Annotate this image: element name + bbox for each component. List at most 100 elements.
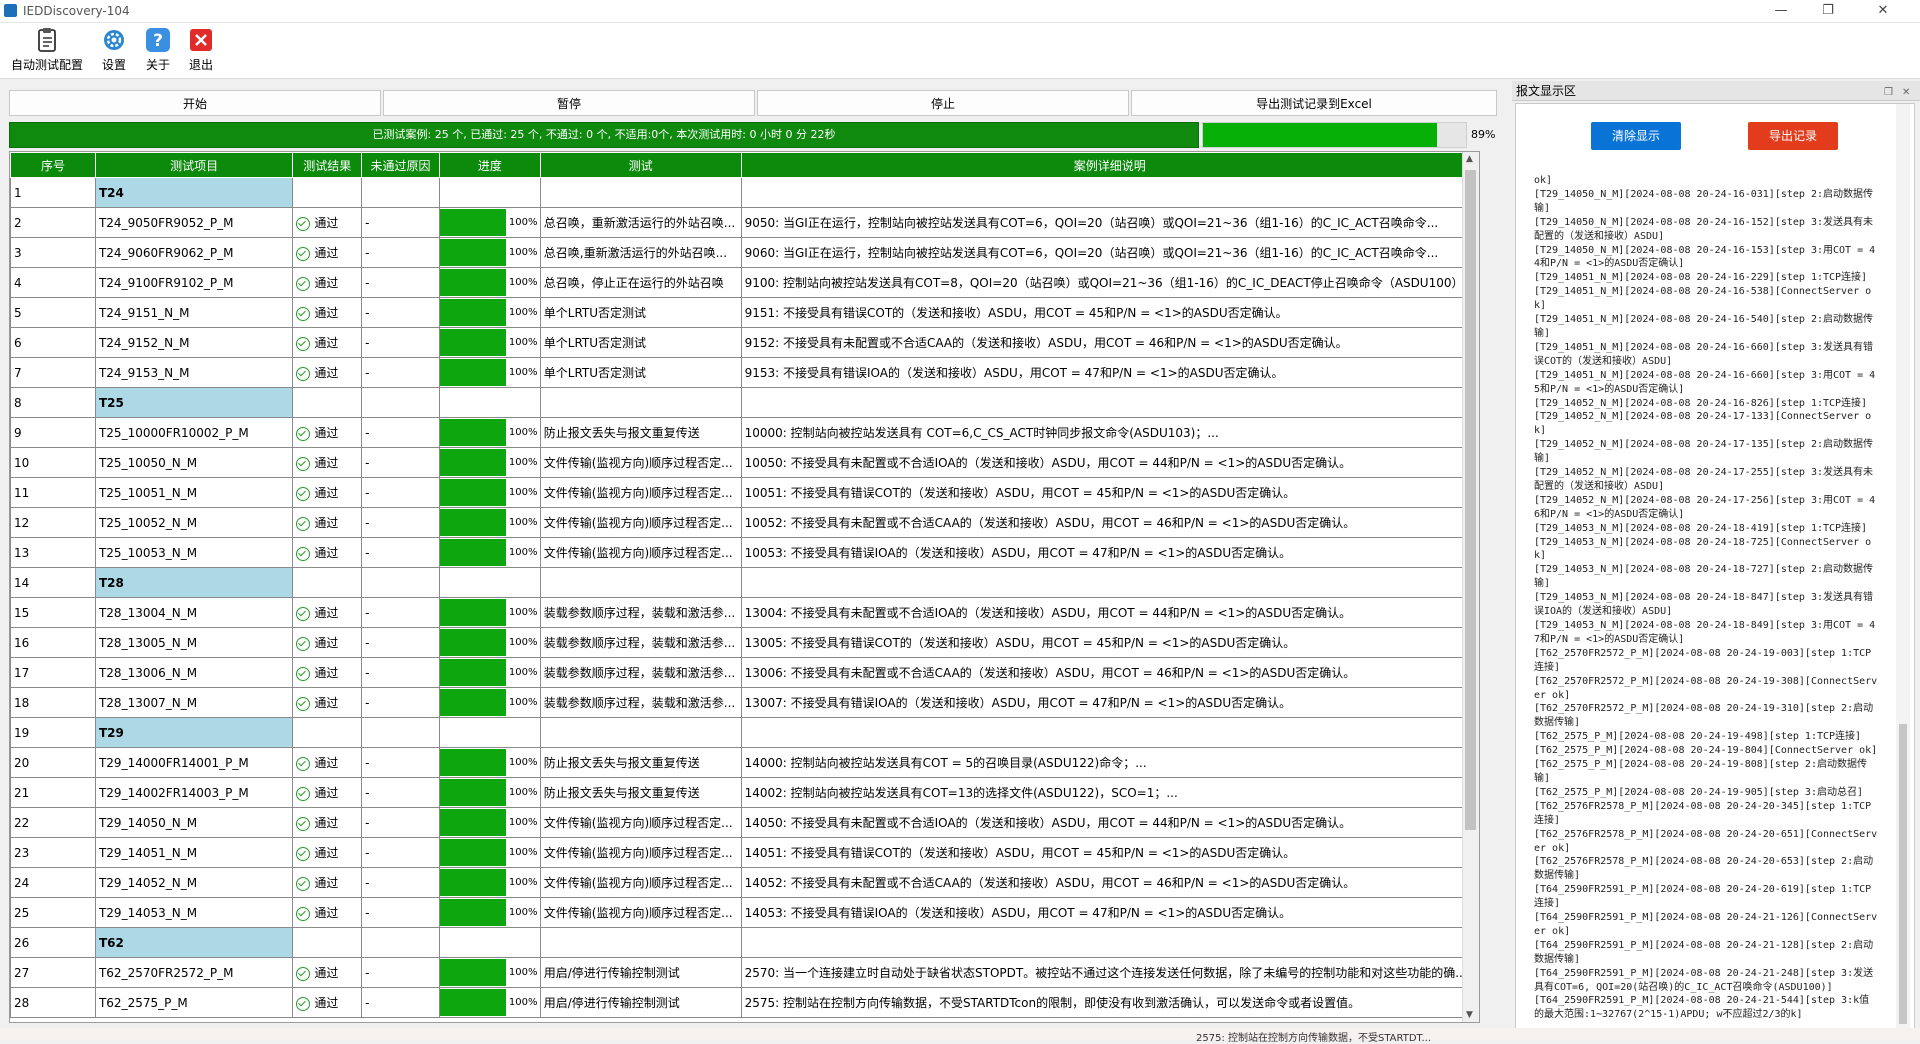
result-text: 通过: [314, 906, 339, 920]
row-progress-bar: [440, 779, 506, 806]
table-row[interactable]: 17 T28_13006_N_M 通过 - 100% 装载参数顺序过程，装载和激活参...…: [10, 657, 1479, 688]
empty-cell: [539, 387, 742, 418]
check-circle-icon: [296, 246, 311, 261]
close-window-button[interactable]: ✕: [1860, 2, 1906, 20]
col-header-test[interactable]: 测试: [539, 152, 742, 178]
empty-cell: [740, 387, 1479, 418]
table-row[interactable]: 4 T24_9100FR9102_P_M 通过 - 100% 总召唤，停止正在运行的外站召…: [10, 267, 1479, 298]
progress-cell: 100%: [438, 747, 541, 778]
about-button[interactable]: ? 关于: [141, 27, 175, 73]
test-result: 通过: [292, 357, 363, 388]
row-no: 6: [10, 327, 96, 358]
pause-button[interactable]: 暂停: [383, 90, 755, 116]
fail-reason: -: [361, 687, 440, 718]
table-vertical-scrollbar[interactable]: ▲ ▼: [1462, 152, 1479, 1022]
table-row[interactable]: 27 T62_2570FR2572_P_M 通过 - 100% 用启/停进行传输控制测试 2…: [10, 957, 1479, 988]
table-row[interactable]: 5 T24_9151_N_M 通过 - 100% 单个LRTU否定测试 9151: 不接受具…: [10, 297, 1479, 328]
auto-test-config-button[interactable]: 自动测试配置: [9, 27, 85, 73]
row-no: 1: [10, 177, 96, 208]
scroll-down-icon[interactable]: ▼: [1466, 1010, 1473, 1020]
table-row[interactable]: 3 T24_9060FR9062_P_M 通过 - 100% 总召唤,重新激活运行的外站召…: [10, 237, 1479, 268]
log-line: [T29_14053_N_M][2024-08-08 20-24-18-849]…: [1534, 620, 1876, 645]
fail-reason: -: [361, 867, 440, 898]
empty-cell: [292, 177, 363, 208]
table-row[interactable]: 21 T29_14002FR14003_P_M 通过 - 100% 防止报文丢失与报文重复…: [10, 777, 1479, 808]
progress-cell: 100%: [438, 597, 541, 628]
col-header-result[interactable]: 测试结果: [292, 152, 363, 178]
float-panel-icon[interactable]: ❐: [1884, 83, 1893, 103]
test-result: 通过: [292, 297, 363, 328]
log-line: [T29_14050_N_M][2024-08-08 20-24-16-152]…: [1534, 216, 1873, 242]
table-row[interactable]: 22 T29_14050_N_M 通过 - 100% 文件传输(监视方向)顺序过程否定..…: [10, 807, 1479, 838]
test-detail: 10051: 不接受具有错误COT的（发送和接收）ASDU，用COT = 45和…: [740, 477, 1479, 508]
clear-display-button[interactable]: 清除显示: [1591, 122, 1681, 150]
test-detail: 14050: 不接受具有未配置或不合适IOA的（发送和接收）ASDU，用COT …: [740, 807, 1479, 838]
scroll-up-icon[interactable]: ▲: [1466, 154, 1473, 164]
table-row[interactable]: 28 T62_2575_P_M 通过 - 100% 用启/停进行传输控制测试 2575: 控…: [10, 987, 1479, 1018]
test-item: T24_9100FR9102_P_M: [94, 267, 294, 298]
export-log-button[interactable]: 导出记录: [1748, 122, 1838, 150]
start-button[interactable]: 开始: [9, 90, 381, 116]
progress-cell: 100%: [438, 477, 541, 508]
result-text: 通过: [314, 606, 339, 620]
col-header-item[interactable]: 测试项目: [94, 152, 294, 178]
row-progress-bar: [440, 329, 506, 356]
table-row[interactable]: 2 T24_9050FR9052_P_M 通过 - 100% 总召唤，重新激活运行的外站召…: [10, 207, 1479, 238]
table-row[interactable]: 9 T25_10000FR10002_P_M 通过 - 100% 防止报文丢失与报文重复传…: [10, 417, 1479, 448]
exit-button[interactable]: 退出: [184, 27, 218, 73]
toolbar: 自动测试配置 设置 ? 关于 退出: [0, 23, 1920, 79]
minimize-button[interactable]: —: [1758, 2, 1804, 20]
log-line: [T29_14051_N_M][2024-08-08 20-24-16-660]…: [1534, 369, 1876, 395]
stop-button[interactable]: 停止: [757, 90, 1129, 116]
table-row[interactable]: 7 T24_9153_N_M 通过 - 100% 单个LRTU否定测试 9153: 不接受具…: [10, 357, 1479, 388]
group-name: T62: [94, 927, 294, 958]
log-panel-body: 清除显示 导出记录 ok] [T29_14050_N_M][2024-08-08 …: [1515, 103, 1915, 1033]
fail-reason: -: [361, 837, 440, 868]
table-row[interactable]: 23 T29_14051_N_M 通过 - 100% 文件传输(监视方向)顺序过程否定..…: [10, 837, 1479, 868]
test-name: 单个LRTU否定测试: [539, 327, 742, 358]
settings-button[interactable]: 设置: [97, 27, 131, 73]
table-row[interactable]: 25 T29_14053_N_M 通过 - 100% 文件传输(监视方向)顺序过程否定..…: [10, 897, 1479, 928]
col-header-progress[interactable]: 进度: [438, 152, 541, 178]
row-progress-bar: [440, 899, 506, 926]
table-group-row[interactable]: 14 T28: [10, 567, 1479, 598]
table-scroll-thumb[interactable]: [1465, 170, 1476, 830]
table-group-row[interactable]: 19 T29: [10, 717, 1479, 748]
table-row[interactable]: 18 T28_13007_N_M 通过 - 100% 装载参数顺序过程，装载和激活参...…: [10, 687, 1479, 718]
table-row[interactable]: 15 T28_13004_N_M 通过 - 100% 装载参数顺序过程，装载和激活参...…: [10, 597, 1479, 628]
result-text: 通过: [314, 216, 339, 230]
table-row[interactable]: 6 T24_9152_N_M 通过 - 100% 单个LRTU否定测试 9152: 不接受具…: [10, 327, 1479, 358]
row-progress-text: 100%: [508, 247, 538, 258]
log-text-area[interactable]: ok] [T29_14050_N_M][2024-08-08 20-24-16-0…: [1534, 174, 1879, 1024]
table-row[interactable]: 16 T28_13005_N_M 通过 - 100% 装载参数顺序过程，装载和激活参...…: [10, 627, 1479, 658]
test-item: T25_10000FR10002_P_M: [94, 417, 294, 448]
log-line: [T62_2575_P_M][2024-08-08 20-24-19-804][…: [1534, 745, 1878, 757]
check-circle-icon: [296, 816, 311, 831]
log-scroll-thumb[interactable]: [1899, 724, 1907, 1024]
log-vertical-scrollbar[interactable]: [1896, 104, 1910, 1030]
export-excel-button[interactable]: 导出测试记录到Excel: [1131, 90, 1497, 116]
fail-reason: -: [361, 747, 440, 778]
table-row[interactable]: 20 T29_14000FR14001_P_M 通过 - 100% 防止报文丢失与报文重复…: [10, 747, 1479, 778]
table-row[interactable]: 13 T25_10053_N_M 通过 - 100% 文件传输(监视方向)顺序过程否定..…: [10, 537, 1479, 568]
empty-cell: [740, 927, 1479, 958]
check-circle-icon: [296, 696, 311, 711]
row-no: 20: [10, 747, 96, 778]
col-header-reason[interactable]: 未通过原因: [361, 152, 440, 178]
table-group-row[interactable]: 8 T25: [10, 387, 1479, 418]
test-item: T24_9151_N_M: [94, 297, 294, 328]
col-header-detail[interactable]: 案例详细说明: [740, 152, 1479, 178]
table-row[interactable]: 11 T25_10051_N_M 通过 - 100% 文件传输(监视方向)顺序过程否定..…: [10, 477, 1479, 508]
table-group-row[interactable]: 1 T24: [10, 177, 1479, 208]
close-panel-icon[interactable]: ✕: [1902, 83, 1910, 103]
log-line: [T29_14050_N_M][2024-08-08 20-24-16-031]…: [1534, 188, 1873, 214]
col-header-no[interactable]: 序号: [10, 152, 96, 178]
table-row[interactable]: 12 T25_10052_N_M 通过 - 100% 文件传输(监视方向)顺序过程否定..…: [10, 507, 1479, 538]
log-panel: 报文显示区 ❐ ✕ 清除显示 导出记录 ok] [T29_14050_N_M][2…: [1512, 81, 1920, 1040]
table-row[interactable]: 10 T25_10050_N_M 通过 - 100% 文件传输(监视方向)顺序过程否定..…: [10, 447, 1479, 478]
fail-reason: -: [361, 807, 440, 838]
row-progress-bar: [440, 209, 506, 236]
restore-button[interactable]: ❐: [1805, 2, 1851, 20]
table-row[interactable]: 24 T29_14052_N_M 通过 - 100% 文件传输(监视方向)顺序过程否定..…: [10, 867, 1479, 898]
table-group-row[interactable]: 26 T62: [10, 927, 1479, 958]
